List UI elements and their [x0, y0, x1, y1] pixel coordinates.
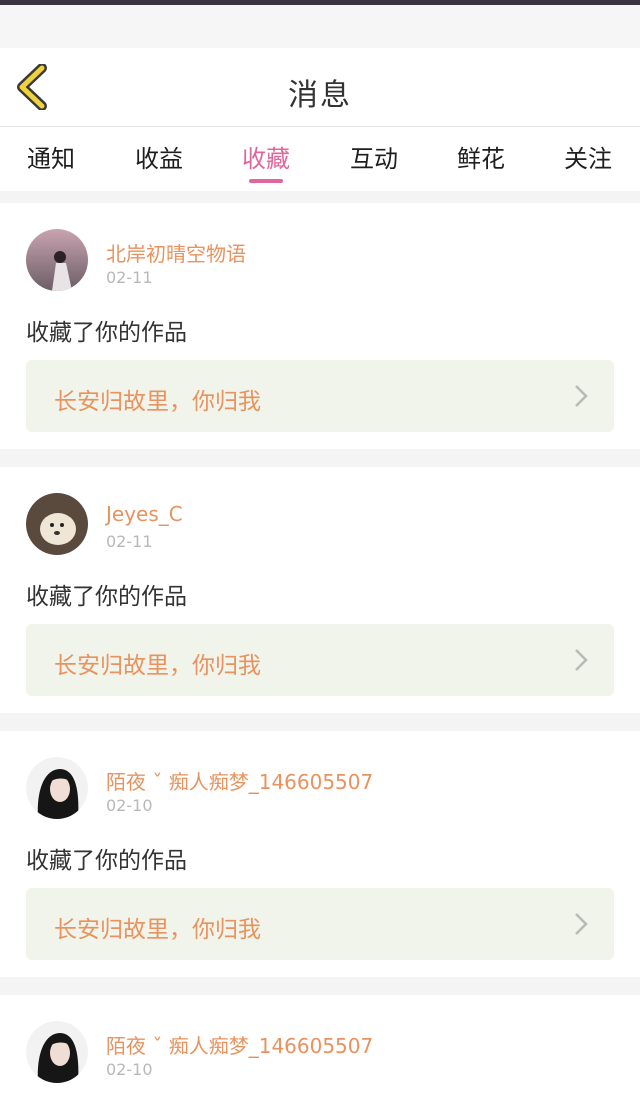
tab-interactions[interactable]: 互动: [334, 139, 414, 174]
action-text: 收藏了你的作品: [26, 584, 187, 610]
tab-favorites[interactable]: 收藏: [226, 139, 306, 174]
username[interactable]: 北岸初晴空物语: [106, 238, 246, 267]
timestamp: 02-11: [106, 268, 153, 287]
status-bar-spacer: [0, 5, 640, 48]
tab-earnings[interactable]: 收益: [119, 139, 199, 174]
chevron-right-icon: [575, 649, 588, 671]
notification-card: Jeyes_C 02-11 收藏了你的作品 长安归故里，你归我: [0, 467, 640, 713]
tab-following[interactable]: 关注: [548, 139, 628, 174]
work-link[interactable]: 长安归故里，你归我: [26, 624, 614, 696]
timestamp: 02-10: [106, 1060, 153, 1079]
notification-card: 陌夜 ˇ 痴人痴梦_146605507 02-10 收藏了你的作品 长安归故里，…: [0, 731, 640, 977]
work-title: 长安归故里，你归我: [54, 917, 261, 943]
avatar-icon[interactable]: [26, 1021, 88, 1083]
work-link[interactable]: 长安归故里，你归我: [26, 888, 614, 960]
chevron-right-icon: [575, 385, 588, 407]
tab-flowers[interactable]: 鲜花: [441, 139, 521, 174]
action-text: 收藏了你的作品: [26, 848, 187, 874]
chevron-right-icon: [575, 913, 588, 935]
avatar-icon[interactable]: [26, 229, 88, 291]
timestamp: 02-11: [106, 532, 153, 551]
page-title: 消息: [288, 78, 352, 113]
username[interactable]: Jeyes_C: [106, 502, 183, 526]
notification-card: 陌夜 ˇ 痴人痴梦_146605507 02-10: [0, 995, 640, 1098]
action-text: 收藏了你的作品: [26, 320, 187, 346]
header-bar: 消息: [0, 48, 640, 127]
tab-notifications[interactable]: 通知: [11, 139, 91, 174]
username[interactable]: 陌夜 ˇ 痴人痴梦_146605507: [106, 766, 373, 795]
avatar-icon[interactable]: [26, 493, 88, 555]
active-tab-indicator: [249, 179, 283, 183]
work-link[interactable]: 长安归故里，你归我: [26, 360, 614, 432]
tab-bar: 通知 收益 收藏 互动 鲜花 关注: [0, 127, 640, 191]
notification-card: 北岸初晴空物语 02-11 收藏了你的作品 长安归故里，你归我: [0, 203, 640, 449]
work-title: 长安归故里，你归我: [54, 653, 261, 679]
work-title: 长安归故里，你归我: [54, 389, 261, 415]
avatar-icon[interactable]: [26, 757, 88, 819]
username[interactable]: 陌夜 ˇ 痴人痴梦_146605507: [106, 1030, 373, 1059]
timestamp: 02-10: [106, 796, 153, 815]
